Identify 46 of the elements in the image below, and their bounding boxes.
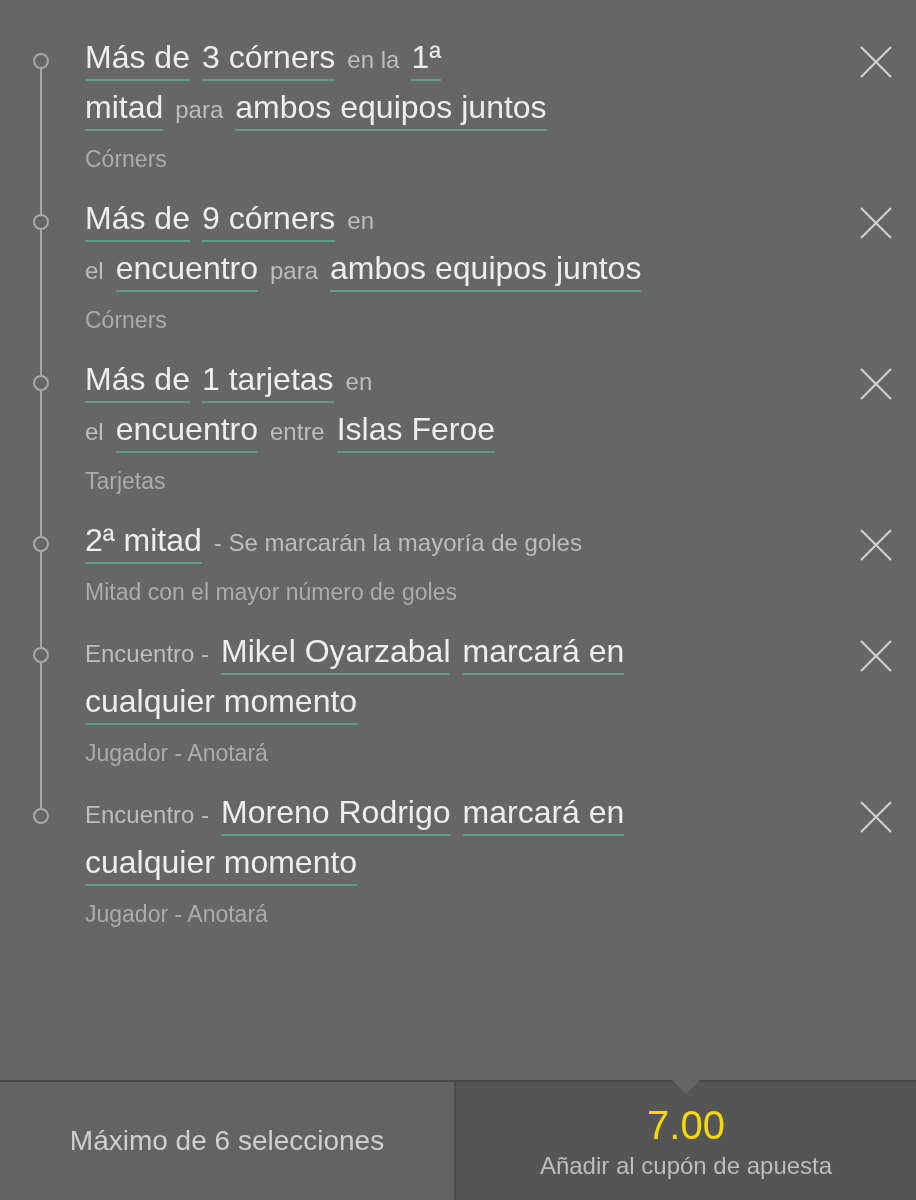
selection-link[interactable]: cualquier momento (85, 682, 358, 725)
market-category: Córners (85, 307, 168, 334)
timeline-node-icon (33, 214, 49, 230)
market-category: Jugador - Anotará (85, 901, 269, 928)
selection-link[interactable]: 9 córners (201, 199, 336, 242)
selection-text: en (347, 206, 375, 236)
selection-link[interactable]: ambos equipos juntos (235, 88, 547, 131)
selection-link[interactable]: Más de (85, 199, 190, 242)
selection-text: en la (347, 45, 400, 75)
selection-link[interactable]: Más de (85, 38, 190, 81)
selection-text: para (175, 95, 224, 125)
selection-link[interactable]: ambos equipos juntos (330, 249, 642, 292)
selection-text: para (270, 256, 319, 286)
timeline-node-icon (33, 53, 49, 69)
selection-text: Encuentro - (85, 800, 210, 830)
selection-text: el (85, 256, 104, 286)
timeline-node-icon (33, 808, 49, 824)
selection-link[interactable]: 1ª (411, 38, 441, 81)
selection-text: el (85, 417, 104, 447)
selection-link[interactable]: cualquier momento (85, 843, 358, 886)
selection-link[interactable]: 3 córners (201, 38, 336, 81)
market-category: Tarjetas (85, 468, 167, 495)
timeline-node-icon (33, 647, 49, 663)
selection-link[interactable]: Moreno Rodrigo (221, 793, 451, 836)
add-to-betslip-button[interactable]: 7.00 Añadir al cupón de apuesta (456, 1082, 916, 1200)
market-category: Mitad con el mayor número de goles (85, 579, 459, 606)
selection-link[interactable]: Más de (85, 360, 190, 403)
selection-link[interactable]: encuentro (115, 410, 258, 453)
selection-text: en (345, 367, 373, 397)
selection-link[interactable]: 1 tarjetas (201, 360, 334, 403)
market-category: Córners (85, 146, 168, 173)
timeline-node-icon (33, 536, 49, 552)
market-category: Jugador - Anotará (85, 740, 269, 767)
selection-link[interactable]: marcará en (462, 793, 625, 836)
selection-link[interactable]: 2ª mitad (85, 521, 202, 564)
selection-text: entre (270, 417, 325, 447)
timeline-node-icon (33, 375, 49, 391)
selection-limit-text: Máximo de 6 selecciones (69, 1125, 385, 1157)
selection-link[interactable]: Mikel Oyarzabal (221, 632, 451, 675)
selection-link[interactable]: mitad (85, 88, 164, 131)
selection-text: Encuentro - (85, 639, 210, 669)
selection-link[interactable]: marcará en (462, 632, 625, 675)
selection-link[interactable]: encuentro (115, 249, 258, 292)
pointer-notch-icon (672, 1080, 700, 1094)
selection-link[interactable]: Islas Feroe (336, 410, 495, 453)
selection-text: - Se marcarán la mayoría de goles (213, 528, 582, 558)
